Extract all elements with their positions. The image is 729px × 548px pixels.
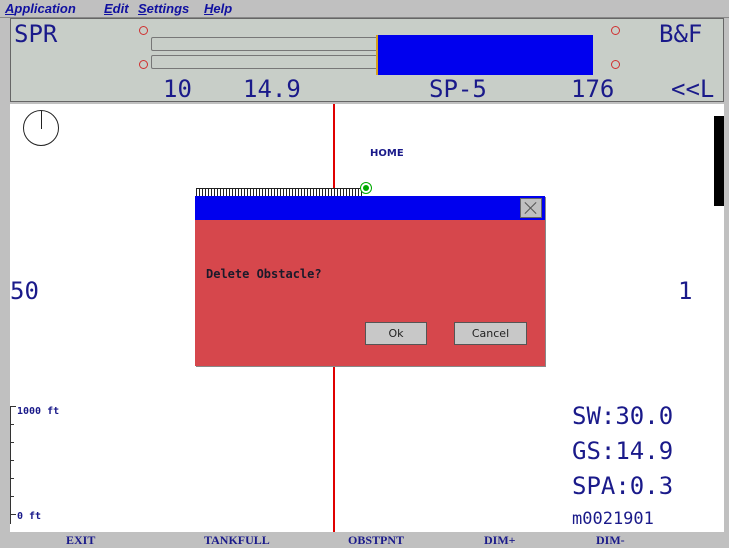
cancel-button[interactable]: Cancel: [454, 322, 527, 345]
compass-icon: [23, 110, 59, 146]
indicator-light: [611, 60, 620, 69]
record-id: m0021901: [572, 509, 654, 529]
status-right-code: B&F: [659, 20, 703, 48]
readout-sw: SW:30.0: [572, 402, 674, 430]
status-heading: 176: [571, 75, 615, 103]
status-value-1: 10: [163, 75, 192, 103]
altitude-scale: [10, 406, 16, 524]
status-value-2: 14.9: [243, 75, 301, 103]
fkey-dim-minus[interactable]: DIM-: [596, 533, 625, 548]
left-value: 50: [10, 277, 39, 305]
indicator-light: [139, 60, 148, 69]
altitude-top-label: 1000 ft: [17, 406, 60, 417]
fkey-exit[interactable]: EXIT: [66, 533, 95, 548]
menu-edit[interactable]: Edit: [104, 1, 129, 16]
indicator-light: [611, 26, 620, 35]
delete-obstacle-dialog: Delete Obstacle? Ok Cancel: [195, 196, 545, 366]
ok-button[interactable]: Ok: [365, 322, 427, 345]
status-direction: <<L: [671, 75, 715, 103]
menu-settings[interactable]: Settings: [138, 1, 189, 16]
obstacle-point-icon: [360, 182, 372, 194]
gauge-fill: [376, 35, 593, 75]
fkey-dim-plus[interactable]: DIM+: [484, 533, 516, 548]
fkey-tankfull[interactable]: TANKFULL: [204, 533, 270, 548]
status-left-code: SPR: [14, 20, 58, 48]
menu-help[interactable]: Help: [204, 1, 232, 16]
home-label: HOME: [370, 148, 404, 159]
position-marker: [714, 116, 724, 206]
status-waypoint: SP-5: [429, 75, 487, 103]
status-panel: SPR B&F 10 14.9 SP-5 176 <<L: [10, 18, 724, 102]
dialog-message: Delete Obstacle?: [206, 267, 322, 281]
function-key-bar: EXIT TANKFULL OBSTPNT DIM+ DIM-: [0, 532, 729, 548]
close-icon[interactable]: [520, 198, 542, 218]
fkey-obstpnt[interactable]: OBSTPNT: [348, 533, 404, 548]
right-value: 1: [678, 277, 693, 305]
menu-application[interactable]: Application: [5, 1, 76, 16]
readout-gs: GS:14.9: [572, 437, 674, 465]
altitude-bottom-label: 0 ft: [17, 511, 42, 522]
readout-spa: SPA:0.3: [572, 472, 674, 500]
menu-bar: Application Edit Settings Help: [0, 0, 729, 18]
indicator-light: [139, 26, 148, 35]
dialog-titlebar[interactable]: [195, 196, 545, 220]
